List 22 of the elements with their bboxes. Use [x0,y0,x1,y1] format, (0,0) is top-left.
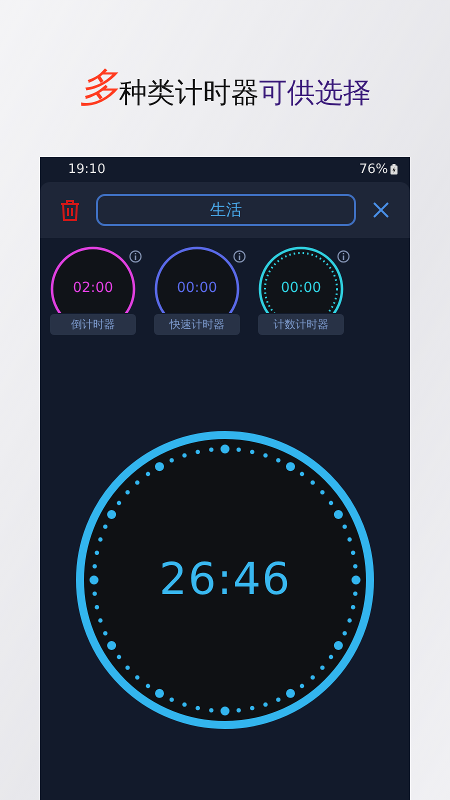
trash-icon[interactable] [60,199,80,221]
timer-dial[interactable] [258,246,344,313]
info-icon[interactable] [129,250,142,263]
status-time: 19:10 [68,162,106,177]
headline-text: 多 [79,66,119,110]
timer-time: 02:00 [72,280,114,296]
headline-text: 可供选择 [259,76,371,110]
battery-icon [390,164,398,175]
info-icon[interactable] [233,250,246,263]
timer-label[interactable]: 计数计时器 [258,314,344,335]
category-field[interactable]: 生活 [96,194,356,226]
timer-time: 00:00 [280,280,322,296]
headline-text: 种类计时器 [119,76,259,110]
timer-label[interactable]: 倒计时器 [50,314,136,335]
battery-percent: 76% [359,162,388,177]
timer-dial[interactable] [154,246,240,313]
clock-time: 26:46 [159,556,291,604]
info-icon[interactable] [337,250,350,263]
timer-label[interactable]: 快速计时器 [154,314,240,335]
timer-dial[interactable] [50,246,136,313]
timer-time: 00:00 [176,280,218,296]
close-icon[interactable] [372,201,390,219]
